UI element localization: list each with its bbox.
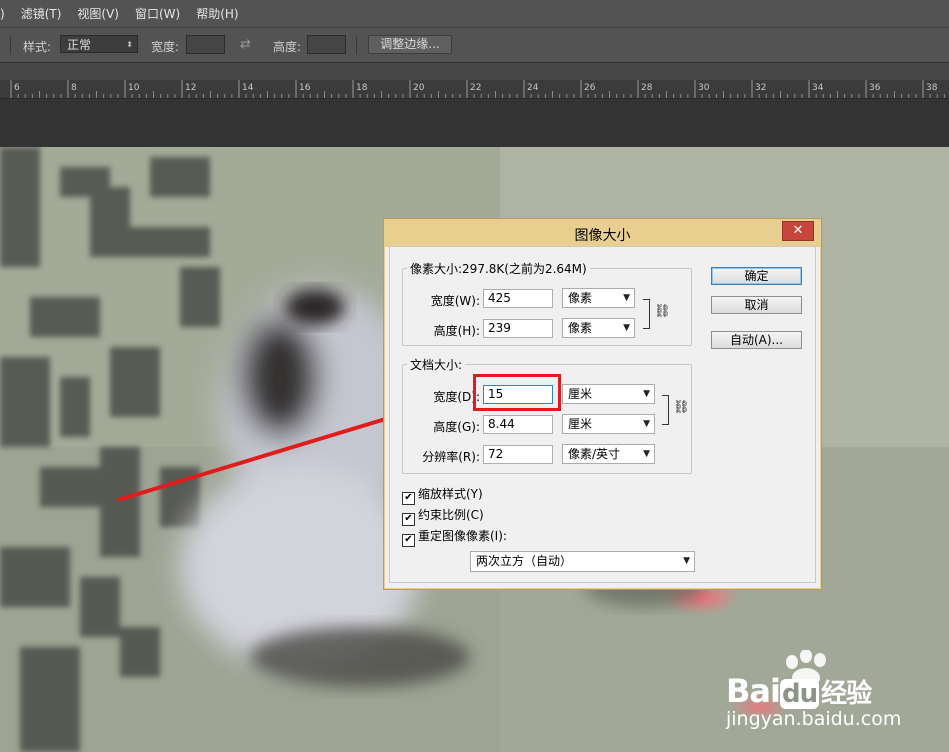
constrain-proportions-checkbox[interactable]: ✔ 约束比例(C) (402, 506, 484, 526)
ruler-label: 6 (14, 83, 20, 93)
ruler-label: 26 (584, 83, 596, 93)
doc-height-unit-select[interactable]: 厘米 ▼ (562, 414, 655, 434)
resolution-unit: 像素/英寸 (568, 447, 621, 461)
resample-checkbox[interactable]: ✔ 重定图像像素(I): (402, 527, 507, 547)
resolution-label: 分辨率(R): (422, 450, 480, 464)
watermark-product: 经验 (821, 679, 872, 709)
checkmark-icon: ✔ (402, 492, 415, 505)
refine-edge-button[interactable]: 调整边缘... (368, 35, 452, 54)
ruler-ticks: 6 8 10 12 14 16 18 20 22 24 26 28 30 32 34 36 38 (10, 80, 945, 98)
resolution-input[interactable]: 72 (483, 445, 553, 464)
chevron-down-icon: ▼ (683, 556, 690, 566)
pixel-height-unit-select[interactable]: 像素 ▼ (562, 318, 635, 338)
separator (10, 36, 11, 54)
checkmark-icon: ✔ (402, 513, 415, 526)
ruler-label: 24 (527, 83, 539, 93)
pixel-height-input[interactable]: 239 (483, 319, 553, 338)
auto-button[interactable]: 自动(A)... (711, 331, 802, 349)
doc-width-unit: 厘米 (568, 387, 593, 401)
constrain-proportions-label: 约束比例(C) (418, 508, 484, 522)
ruler-label: 10 (128, 83, 140, 93)
ruler-label: 36 (869, 83, 881, 93)
chevron-down-icon: ▼ (623, 293, 630, 303)
ok-button[interactable]: 确定 (711, 267, 802, 285)
width-input[interactable] (186, 35, 225, 54)
chevron-down-icon: ▼ (623, 323, 630, 333)
style-value: 正常 (67, 38, 92, 52)
scale-styles-label: 缩放样式(Y) (418, 487, 483, 501)
ruler-label: 8 (71, 83, 77, 93)
watermark-brand2: du (779, 679, 820, 709)
menu-item-filter[interactable]: 滤镜(T) (21, 5, 62, 22)
ruler-label: 34 (812, 83, 824, 93)
pixel-width-input[interactable]: 425 (483, 289, 553, 308)
pixel-width-unit: 像素 (568, 291, 593, 305)
doc-height-input[interactable]: 8.44 (483, 415, 553, 434)
document-size-title: 文档大小: (407, 356, 466, 373)
dialog-title: 图像大小 (574, 228, 631, 244)
ruler-label: 32 (755, 83, 766, 93)
pixel-height-label: 高度(H): (433, 324, 480, 338)
baidu-jingyan-watermark: Baidu 经验 jingyan.baidu.com (720, 650, 920, 730)
pixel-width-label: 宽度(W): (430, 294, 480, 308)
watermark-url: jingyan.baidu.com (726, 708, 902, 730)
chevron-down-icon: ▼ (643, 449, 650, 459)
doc-width-label: 宽度(D): (433, 390, 480, 404)
ruler-label: 20 (413, 83, 425, 93)
swap-icon[interactable]: ⇄ (240, 37, 251, 52)
resample-method-select[interactable]: 两次立方（自动） ▼ (470, 551, 695, 572)
menu-item-help[interactable]: 帮助(H) (196, 5, 238, 22)
ruler-label: 38 (926, 83, 938, 93)
resolution-unit-select[interactable]: 像素/英寸 ▼ (562, 444, 655, 464)
options-bar: 样式: 正常 ⬍ 宽度: ⇄ 高度: 调整边缘... (0, 28, 949, 63)
width-label: 宽度: (151, 40, 180, 54)
menu-bar: ) 滤镜(T) 视图(V) 窗口(W) 帮助(H) (0, 0, 949, 28)
chain-link-icon: ⛓ (654, 304, 671, 319)
style-label: 样式: (23, 40, 52, 54)
horizontal-ruler[interactable]: 6 8 10 12 14 16 18 20 22 24 26 28 30 32 34 36 38 (0, 80, 949, 99)
image-size-dialog: 图像大小 ✕ 像素大小:297.8K(之前为2.64M) 宽度(W): 425 … (383, 218, 822, 590)
ruler-label: 22 (470, 83, 481, 93)
ruler-label: 28 (641, 83, 653, 93)
dialog-body: 像素大小:297.8K(之前为2.64M) 宽度(W): 425 像素 ▼ 高度… (389, 246, 816, 583)
doc-height-unit: 厘米 (568, 417, 593, 431)
chevron-down-icon: ▼ (643, 389, 650, 399)
separator (356, 36, 357, 54)
menu-item-view[interactable]: 视图(V) (77, 5, 119, 22)
chevron-down-icon: ▼ (643, 419, 650, 429)
ruler-label: 18 (356, 83, 368, 93)
ruler-label: 30 (698, 83, 710, 93)
watermark-brand: Bai (726, 672, 781, 710)
style-select[interactable]: 正常 ⬍ (60, 35, 138, 53)
spinner-icon: ⬍ (126, 40, 133, 49)
tab-bar-area (0, 63, 949, 80)
chain-link-icon: ⛓ (673, 400, 690, 415)
scale-styles-checkbox[interactable]: ✔ 缩放样式(Y) (402, 485, 483, 505)
constrain-bracket (662, 395, 669, 425)
doc-width-unit-select[interactable]: 厘米 ▼ (562, 384, 655, 404)
menu-item-window[interactable]: 窗口(W) (135, 5, 180, 22)
resample-label: 重定图像像素(I): (418, 529, 507, 543)
resample-method-value: 两次立方（自动） (476, 554, 573, 568)
dialog-titlebar[interactable]: 图像大小 ✕ (384, 219, 821, 247)
height-input[interactable] (307, 35, 346, 54)
pixel-dimensions-title: 像素大小:297.8K(之前为2.64M) (407, 260, 590, 277)
highlight-box (473, 374, 561, 411)
checkmark-icon: ✔ (402, 534, 415, 547)
constrain-bracket (643, 299, 650, 329)
ruler-label: 14 (242, 83, 254, 93)
ruler-label: 12 (185, 83, 196, 93)
cancel-button[interactable]: 取消 (711, 296, 802, 314)
pixel-height-unit: 像素 (568, 321, 593, 335)
pasteboard-area (0, 99, 949, 147)
pixel-width-unit-select[interactable]: 像素 ▼ (562, 288, 635, 308)
ruler-label: 16 (299, 83, 311, 93)
close-button[interactable]: ✕ (782, 221, 814, 241)
menu-item-partial[interactable]: ) (0, 7, 5, 21)
height-label: 高度: (273, 40, 302, 54)
doc-height-label: 高度(G): (433, 420, 480, 434)
pixel-dimensions-group: 像素大小:297.8K(之前为2.64M) 宽度(W): 425 像素 ▼ 高度… (402, 260, 692, 346)
